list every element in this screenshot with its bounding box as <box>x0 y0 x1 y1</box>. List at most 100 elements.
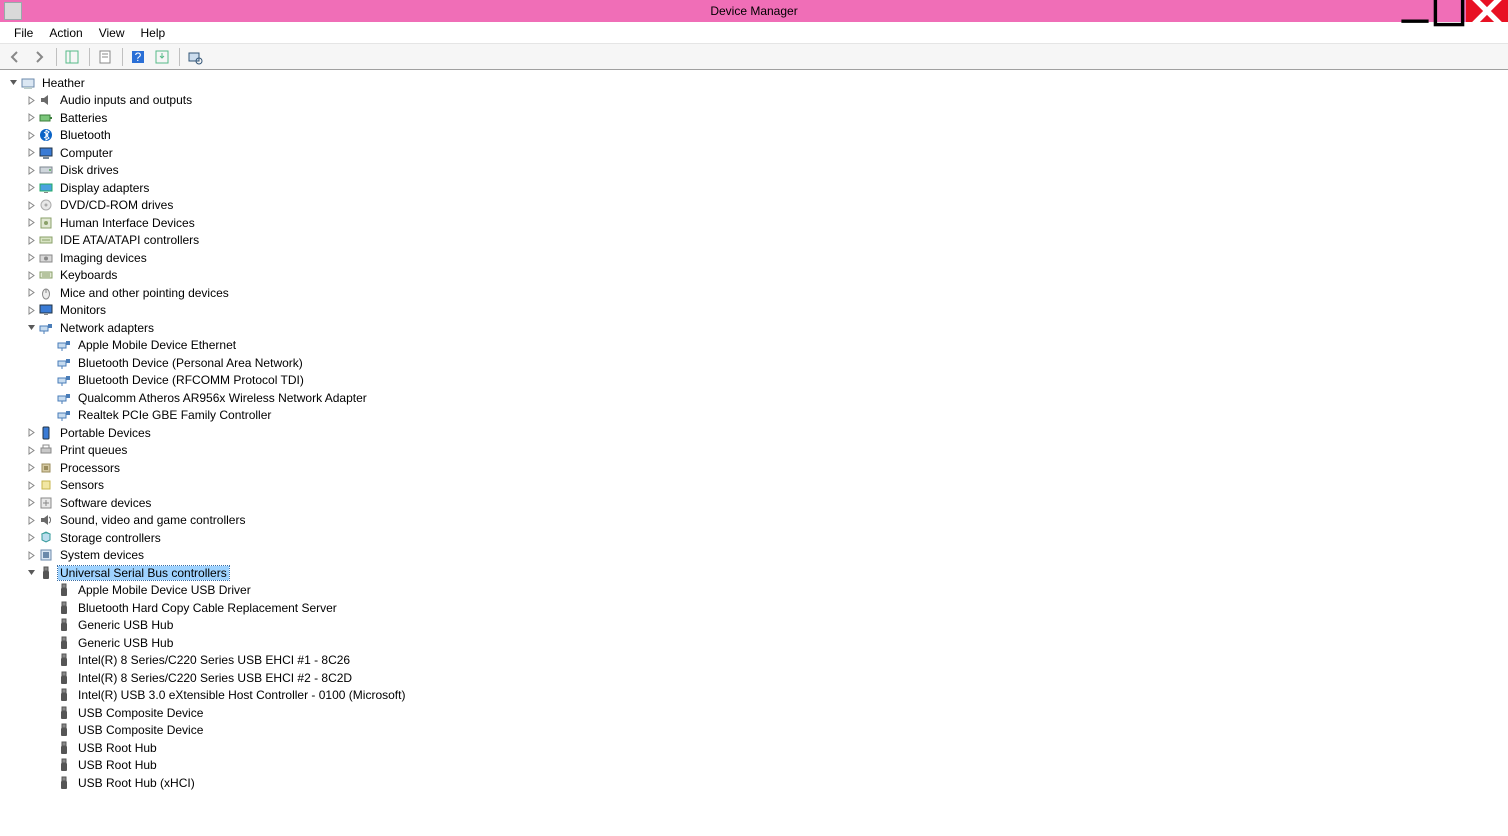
scan-hardware-button[interactable] <box>184 46 206 68</box>
tree-item-root[interactable]: Heather <box>8 74 1500 92</box>
tree-item-device[interactable]: Bluetooth Device (Personal Area Network) <box>8 354 1500 372</box>
tree-expand-icon[interactable] <box>26 218 36 228</box>
software-icon <box>38 495 54 511</box>
tree-item-device[interactable]: Bluetooth Device (RFCOMM Protocol TDI) <box>8 372 1500 390</box>
tree-item-device[interactable]: Apple Mobile Device USB Driver <box>8 582 1500 600</box>
maximize-button[interactable] <box>1432 0 1466 22</box>
tree-item-category[interactable]: Audio inputs and outputs <box>8 92 1500 110</box>
menu-help[interactable]: Help <box>133 24 174 42</box>
tree-item-category[interactable]: Storage controllers <box>8 529 1500 547</box>
tree-item-category[interactable]: Software devices <box>8 494 1500 512</box>
tree-expand-icon[interactable] <box>26 550 36 560</box>
tree-expand-icon[interactable] <box>26 130 36 140</box>
network-icon <box>56 337 72 353</box>
usb-icon <box>56 722 72 738</box>
tree-expand-icon[interactable] <box>26 95 36 105</box>
tree-item-label: Human Interface Devices <box>58 216 197 230</box>
tree-item-device[interactable]: Qualcomm Atheros AR956x Wireless Network… <box>8 389 1500 407</box>
disk-icon <box>38 162 54 178</box>
tree-expand-icon[interactable] <box>26 515 36 525</box>
tree-item-category[interactable]: Mice and other pointing devices <box>8 284 1500 302</box>
tree-item-label: Software devices <box>58 496 153 510</box>
tree-item-category[interactable]: Human Interface Devices <box>8 214 1500 232</box>
tree-expand-icon[interactable] <box>26 200 36 210</box>
toolbar: ? <box>0 44 1508 70</box>
tree-expand-icon[interactable] <box>26 305 36 315</box>
usb-icon <box>56 687 72 703</box>
properties-button[interactable] <box>94 46 116 68</box>
tree-item-device[interactable]: Realtek PCIe GBE Family Controller <box>8 407 1500 425</box>
menu-view[interactable]: View <box>91 24 133 42</box>
tree-expand-icon[interactable] <box>26 253 36 263</box>
tree-item-label: Processors <box>58 461 122 475</box>
show-hide-console-button[interactable] <box>61 46 83 68</box>
tree-item-category[interactable]: Imaging devices <box>8 249 1500 267</box>
tree-expand-icon[interactable] <box>26 445 36 455</box>
tree-collapse-icon[interactable] <box>8 78 18 88</box>
tree-item-category[interactable]: Universal Serial Bus controllers <box>8 564 1500 582</box>
tree-item-category[interactable]: Print queues <box>8 442 1500 460</box>
tree-expand-icon[interactable] <box>26 480 36 490</box>
tree-item-device[interactable]: Bluetooth Hard Copy Cable Replacement Se… <box>8 599 1500 617</box>
tree-item-category[interactable]: Bluetooth <box>8 127 1500 145</box>
tree-item-category[interactable]: DVD/CD-ROM drives <box>8 197 1500 215</box>
tree-item-device[interactable]: Generic USB Hub <box>8 617 1500 635</box>
forward-button[interactable] <box>28 46 50 68</box>
tree-item-label: Heather <box>40 76 87 90</box>
tree-item-category[interactable]: Disk drives <box>8 162 1500 180</box>
minimize-button[interactable] <box>1398 0 1432 22</box>
tree-item-device[interactable]: USB Root Hub <box>8 757 1500 775</box>
usb-icon <box>56 775 72 791</box>
tree-expand-icon[interactable] <box>26 113 36 123</box>
tree-expand-icon[interactable] <box>26 183 36 193</box>
tree-expand-icon[interactable] <box>26 148 36 158</box>
update-driver-button[interactable] <box>151 46 173 68</box>
tree-item-label: DVD/CD-ROM drives <box>58 198 175 212</box>
menu-file[interactable]: File <box>6 24 41 42</box>
tree-item-category[interactable]: Keyboards <box>8 267 1500 285</box>
tree-item-category[interactable]: Batteries <box>8 109 1500 127</box>
tree-expand-icon[interactable] <box>26 235 36 245</box>
tree-item-category[interactable]: System devices <box>8 547 1500 565</box>
tree-item-label: System devices <box>58 548 146 562</box>
tree-item-device[interactable]: Intel(R) USB 3.0 eXtensible Host Control… <box>8 687 1500 705</box>
tree-item-device[interactable]: Intel(R) 8 Series/C220 Series USB EHCI #… <box>8 652 1500 670</box>
tree-expand-icon[interactable] <box>26 165 36 175</box>
tree-item-category[interactable]: Sound, video and game controllers <box>8 512 1500 530</box>
tree-item-category[interactable]: Network adapters <box>8 319 1500 337</box>
tree-expand-icon[interactable] <box>26 498 36 508</box>
tree-expand-icon[interactable] <box>26 533 36 543</box>
battery-icon <box>38 110 54 126</box>
tree-item-device[interactable]: Intel(R) 8 Series/C220 Series USB EHCI #… <box>8 669 1500 687</box>
back-button[interactable] <box>4 46 26 68</box>
help-button[interactable]: ? <box>127 46 149 68</box>
tree-collapse-icon[interactable] <box>26 323 36 333</box>
tree-item-category[interactable]: IDE ATA/ATAPI controllers <box>8 232 1500 250</box>
tree-item-category[interactable]: Computer <box>8 144 1500 162</box>
tree-item-device[interactable]: Generic USB Hub <box>8 634 1500 652</box>
tree-item-category[interactable]: Monitors <box>8 302 1500 320</box>
tree-collapse-icon[interactable] <box>26 568 36 578</box>
tree-item-device[interactable]: USB Composite Device <box>8 704 1500 722</box>
tree-item-category[interactable]: Processors <box>8 459 1500 477</box>
close-button[interactable] <box>1466 0 1508 22</box>
tree-expand-icon[interactable] <box>26 270 36 280</box>
tree-expand-icon[interactable] <box>26 288 36 298</box>
tree-item-label: Audio inputs and outputs <box>58 93 194 107</box>
tree-item-device[interactable]: USB Composite Device <box>8 722 1500 740</box>
tree-toggle-none <box>44 603 54 613</box>
tree-item-device[interactable]: USB Root Hub (xHCI) <box>8 774 1500 792</box>
device-tree[interactable]: Heather Audio inputs and outputs Batteries… <box>0 70 1508 836</box>
usb-icon <box>56 740 72 756</box>
tree-expand-icon[interactable] <box>26 428 36 438</box>
tree-item-category[interactable]: Portable Devices <box>8 424 1500 442</box>
tree-toggle-none <box>44 690 54 700</box>
tree-item-device[interactable]: Apple Mobile Device Ethernet <box>8 337 1500 355</box>
tree-toggle-none <box>44 655 54 665</box>
tree-item-device[interactable]: USB Root Hub <box>8 739 1500 757</box>
tree-item-category[interactable]: Display adapters <box>8 179 1500 197</box>
menu-action[interactable]: Action <box>41 24 90 42</box>
tree-item-category[interactable]: Sensors <box>8 477 1500 495</box>
tree-toggle-none <box>44 393 54 403</box>
tree-expand-icon[interactable] <box>26 463 36 473</box>
